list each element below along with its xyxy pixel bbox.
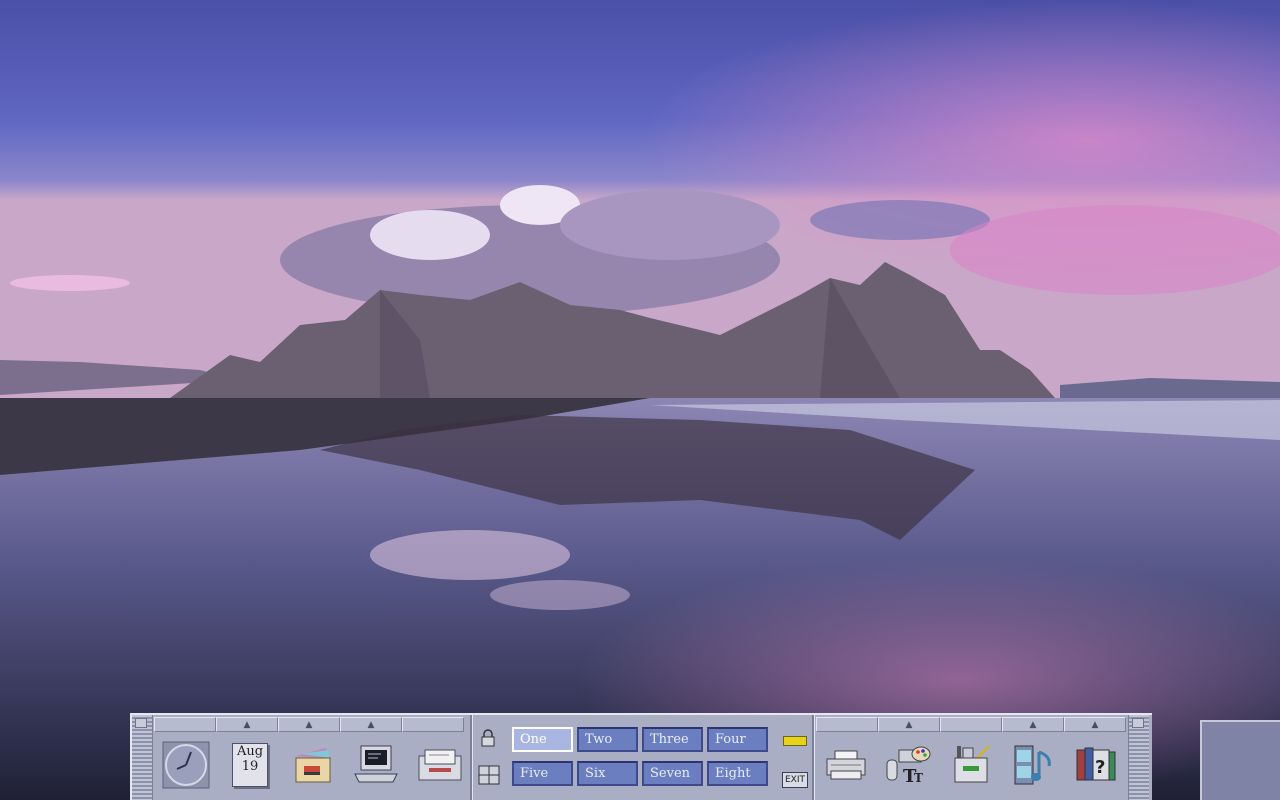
help-icon[interactable]: ? — [1070, 739, 1122, 791]
workspace-toggle-icon[interactable] — [478, 765, 500, 789]
busy-indicator-light — [783, 736, 807, 746]
mailer-subpanel-arrow — [402, 717, 464, 732]
mailer-icon[interactable] — [414, 739, 466, 791]
calendar-day: 19 — [241, 759, 259, 774]
right-subpanel-arrows: ▲ ▲ ▲ — [816, 717, 1126, 732]
panel-left-handle[interactable] — [132, 715, 153, 800]
help-subpanel-arrow[interactable]: ▲ — [1064, 717, 1126, 732]
exit-button[interactable]: EXIT — [782, 772, 808, 788]
iconified-window-slot[interactable] — [1200, 720, 1280, 800]
panel-separator — [470, 715, 473, 800]
multimedia-icon[interactable] — [1008, 739, 1060, 791]
svg-text:T: T — [914, 771, 923, 785]
style-subpanel-arrow[interactable]: ▲ — [878, 717, 940, 732]
iconify-panel-button[interactable] — [1132, 718, 1144, 728]
svg-text:?: ? — [1095, 757, 1105, 778]
printer-icon[interactable] — [820, 739, 872, 791]
file-manager-icon[interactable] — [287, 739, 339, 791]
lock-icon[interactable] — [480, 729, 496, 751]
workspace-one-button[interactable]: One — [512, 727, 573, 752]
panel-right-handle[interactable] — [1128, 715, 1149, 800]
left-subpanel-arrows: ▲ ▲ ▲ — [154, 717, 464, 732]
workspace-two-button[interactable]: Two — [577, 727, 638, 752]
workspace-seven-button[interactable]: Seven — [642, 761, 703, 786]
style-manager-icon[interactable]: TT — [882, 739, 934, 791]
minimize-panel-button[interactable] — [135, 718, 147, 728]
terminal-icon[interactable] — [350, 739, 402, 791]
appmanager-subpanel-arrow — [940, 717, 1002, 732]
workspace-four-button[interactable]: Four — [707, 727, 768, 752]
filemanager-subpanel-arrow[interactable]: ▲ — [278, 717, 340, 732]
calendar-month: Aug — [236, 744, 264, 759]
calendar-page: Aug 19 — [232, 743, 268, 787]
workspace-six-button[interactable]: Six — [577, 761, 638, 786]
multimedia-subpanel-arrow[interactable]: ▲ — [1002, 717, 1064, 732]
clock-icon[interactable] — [160, 739, 212, 791]
panel-separator — [812, 715, 815, 800]
workspace-three-button[interactable]: Three — [642, 727, 703, 752]
desktop-wallpaper — [0, 0, 1280, 800]
calendar-subpanel-arrow[interactable]: ▲ — [216, 717, 278, 732]
workspace-five-button[interactable]: Five — [512, 761, 573, 786]
clock-subpanel-arrow — [154, 717, 216, 732]
calendar-icon[interactable]: Aug 19 — [224, 739, 276, 791]
printer-subpanel-arrow — [816, 717, 878, 732]
app-manager-icon[interactable] — [946, 739, 998, 791]
front-panel: ▲ ▲ ▲ Aug 19 One Two Three Four Five Six… — [130, 713, 1152, 800]
terminal-subpanel-arrow[interactable]: ▲ — [340, 717, 402, 732]
workspace-eight-button[interactable]: Eight — [707, 761, 768, 786]
